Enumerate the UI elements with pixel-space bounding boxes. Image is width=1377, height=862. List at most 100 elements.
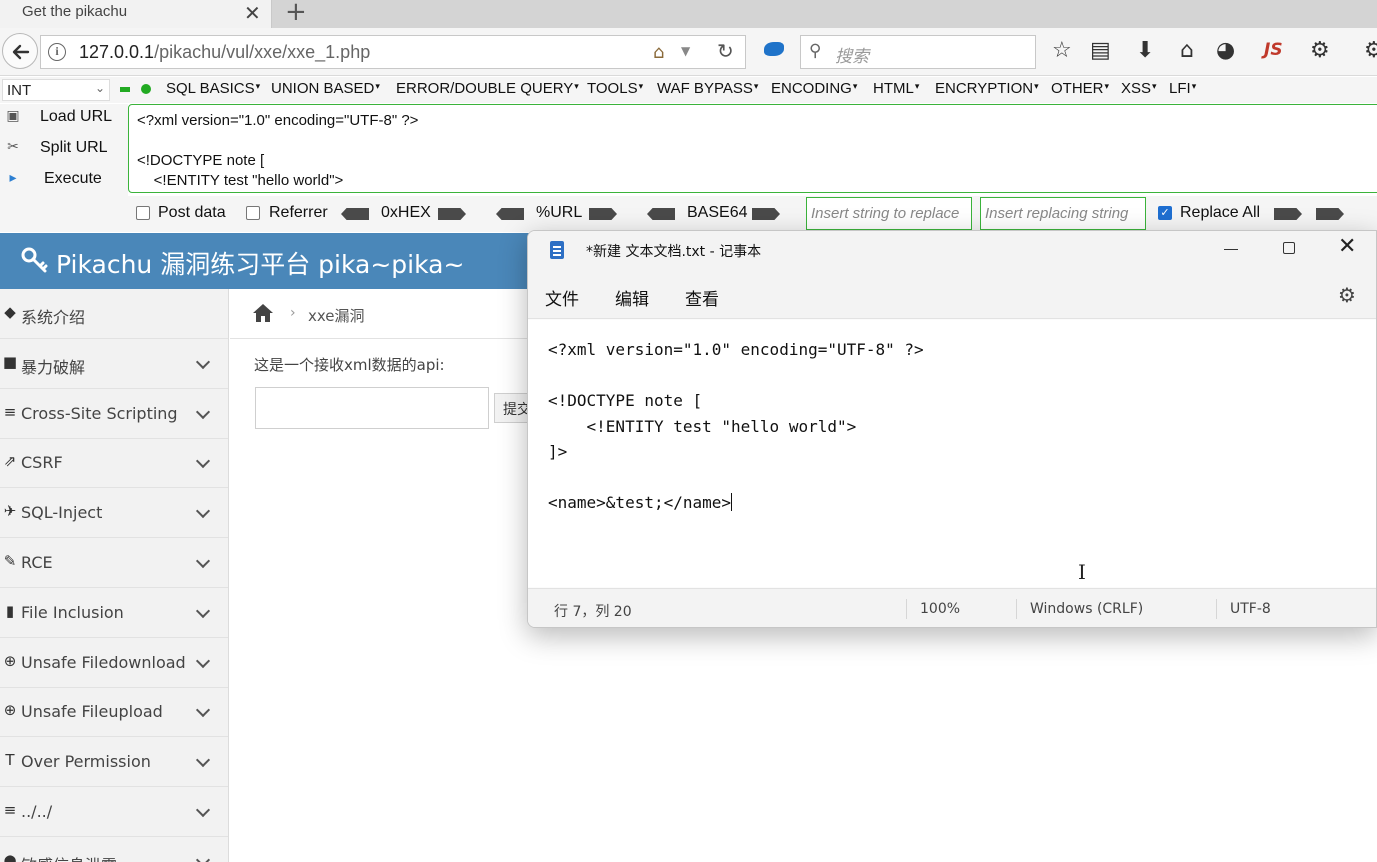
sidebar-item[interactable]: ✈ SQL-Inject [0, 488, 228, 539]
menu-lfi[interactable]: LFI [1169, 80, 1196, 97]
execute-button[interactable]: ▸ Execute [0, 166, 128, 194]
js-extension-icon[interactable]: JS [1264, 40, 1283, 60]
notepad-editor[interactable]: <?xml version="1.0" encoding="UTF-8" ?> … [528, 320, 1376, 587]
dropdown-arrow-icon[interactable]: ▼ [681, 44, 690, 58]
url-encode-arrow-icon[interactable] [589, 208, 617, 220]
maximize-icon[interactable] [1283, 242, 1295, 254]
sidebar-item[interactable]: ⊕ Unsafe Filedownload [0, 638, 228, 688]
chevron-down-icon[interactable] [195, 802, 211, 818]
chevron-down-icon[interactable] [195, 404, 211, 419]
home-icon[interactable]: ⌂ [653, 42, 664, 63]
sidebar-item-label: Unsafe Filedownload [21, 652, 186, 672]
reload-icon[interactable]: ↻ [717, 39, 734, 63]
reading-list-icon[interactable]: ▤ [1090, 39, 1111, 63]
align-left-icon: ≡ [3, 801, 17, 819]
hex-decode-arrow-icon[interactable] [341, 208, 369, 220]
menu-tools[interactable]: TOOLS [587, 80, 643, 97]
base64-decode-arrow-icon[interactable] [647, 208, 675, 220]
referrer-checkbox[interactable] [246, 206, 260, 220]
chevron-down-icon[interactable] [195, 603, 211, 618]
sidebar-item-label: Unsafe Fileupload [21, 702, 163, 722]
breadcrumb-separator: › [290, 305, 296, 321]
menu-other[interactable]: OTHER [1051, 80, 1109, 97]
globe-extension-icon[interactable]: ◕ [1216, 39, 1235, 63]
url-text[interactable]: 127.0.0.1/pikachu/vul/xxe/xxe_1.php [79, 42, 370, 63]
menu-html[interactable]: HTML [873, 80, 919, 97]
split-url-button[interactable]: ✂ Split URL [0, 135, 128, 163]
notepad-titlebar[interactable]: *新建 文本文档.txt - 记事本 ✕ [528, 231, 1376, 271]
sidebar-item-label: 敏感信息泄露 [21, 852, 117, 862]
sidebar-item[interactable]: ⊕ Unsafe Fileupload [0, 687, 228, 738]
address-bar[interactable]: i 127.0.0.1/pikachu/vul/xxe/xxe_1.php ⌂ … [40, 35, 746, 69]
chevron-down-icon[interactable] [195, 852, 211, 862]
zoom-level[interactable]: 100% [920, 601, 960, 617]
home-button-icon[interactable]: ⌂ [1180, 39, 1194, 63]
settings-gear-icon[interactable]: ⚙ [1338, 283, 1356, 307]
menu-waf-bypass[interactable]: WAF BYPASS [657, 80, 758, 97]
menu-encryption[interactable]: ENCRYPTION [935, 80, 1039, 97]
menu-sql-basics[interactable]: SQL BASICS [166, 80, 260, 97]
new-tab-icon[interactable]: + [285, 0, 307, 27]
tab-title: Get the pikachu [22, 3, 128, 20]
minimize-icon[interactable] [1224, 249, 1238, 250]
sidebar-item[interactable]: ■ 暴力破解 [0, 339, 228, 389]
download-icon[interactable]: ⬇ [1136, 39, 1154, 63]
replace-all-checkbox[interactable]: ✓ [1158, 206, 1172, 220]
menu-edit[interactable]: 编辑 [615, 285, 649, 310]
browser-tab[interactable]: Get the pikachu ✕ [0, 0, 272, 28]
base64-encode-arrow-icon[interactable] [752, 208, 780, 220]
url-decode-arrow-icon[interactable] [496, 208, 524, 220]
xml-input[interactable] [255, 387, 489, 429]
status-divider [1216, 599, 1217, 619]
replace-arrow-icon[interactable] [1274, 208, 1302, 220]
close-icon[interactable]: ✕ [1338, 234, 1356, 259]
hex-encode-arrow-icon[interactable] [438, 208, 466, 220]
search-placeholder: 搜索 [835, 47, 869, 67]
encoding[interactable]: UTF-8 [1230, 601, 1271, 617]
menu-view[interactable]: 查看 [685, 285, 719, 310]
tab-close-icon[interactable]: ✕ [244, 1, 261, 25]
replace-all-arrow-icon[interactable] [1316, 208, 1344, 220]
menu-encoding[interactable]: ENCODING [771, 80, 857, 97]
sidebar-item[interactable]: ◆ 系统介绍 [0, 289, 228, 339]
proxy-extension-icon[interactable]: ⚙ [1310, 39, 1330, 63]
home-icon[interactable] [252, 303, 274, 323]
post-data-checkbox[interactable] [136, 206, 150, 220]
chevron-down-icon[interactable] [195, 553, 211, 569]
search-box[interactable]: ⚲ 搜索 [800, 35, 1036, 69]
chevron-down-icon[interactable] [195, 653, 211, 668]
chevron-down-icon[interactable] [195, 504, 211, 519]
sidebar-item[interactable]: ✎ RCE [0, 538, 228, 588]
extension-bird-icon[interactable] [764, 42, 784, 56]
sidebar-item[interactable]: ≡ Cross-Site Scripting [0, 389, 228, 439]
bookmark-star-icon[interactable]: ☆ [1052, 39, 1072, 63]
menu-error-double-query[interactable]: ERROR/DOUBLE QUERY [396, 80, 579, 97]
hackbar-url-textarea[interactable]: <?xml version="1.0" encoding="UTF-8" ?> … [128, 104, 1377, 193]
sidebar-item[interactable]: ● 敏感信息泄露 [0, 837, 228, 862]
chevron-down-icon[interactable] [195, 703, 211, 718]
increase-icon[interactable] [141, 84, 151, 94]
chevron-down-icon[interactable] [195, 454, 211, 469]
chevron-down-icon[interactable] [195, 753, 211, 768]
menu-union-based[interactable]: UNION BASED [271, 80, 380, 97]
replace-with-input[interactable]: Insert replacing string [980, 197, 1146, 230]
line-ending[interactable]: Windows (CRLF) [1030, 601, 1143, 617]
scissors-icon: ✂ [7, 139, 19, 155]
back-button[interactable] [2, 33, 38, 69]
site-info-icon[interactable]: i [48, 43, 66, 61]
sidebar-item[interactable]: ≡ ../../ [0, 787, 228, 837]
menu-xss[interactable]: XSS [1121, 80, 1157, 97]
load-url-button[interactable]: ▣ Load URL [0, 104, 128, 132]
sidebar-item[interactable]: T Over Permission [0, 737, 228, 788]
overflow-icon[interactable]: ⚙ [1364, 39, 1377, 63]
notepad-icon [550, 241, 564, 259]
injection-type-select[interactable]: INT ⌄ [2, 79, 110, 101]
tags-icon: ◆ [4, 303, 16, 321]
replace-search-input[interactable]: Insert string to replace [806, 197, 972, 230]
sidebar-item[interactable]: ▮ File Inclusion [0, 588, 228, 638]
menu-file[interactable]: 文件 [545, 285, 579, 310]
sidebar-item[interactable]: ⇗ CSRF [0, 438, 228, 489]
page-title[interactable]: Pikachu 漏洞练习平台 pika~pika~ [56, 245, 464, 281]
chevron-down-icon[interactable] [195, 354, 211, 369]
decrease-icon[interactable] [120, 87, 130, 92]
